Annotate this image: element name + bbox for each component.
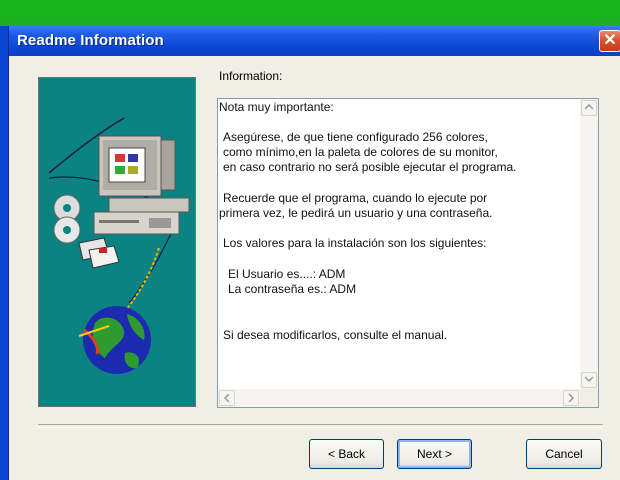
readme-line: primera vez, le pedirá un usuario y una … <box>219 206 493 220</box>
readme-dialog: Readme Information ✕ Information: Nota m… <box>8 26 620 480</box>
scroll-left-button[interactable] <box>219 390 235 406</box>
computer-globe-illustration <box>48 117 190 374</box>
close-button[interactable]: ✕ <box>599 30 620 52</box>
information-label: Information: <box>219 69 283 83</box>
readme-textbox[interactable]: Nota muy importante: Asegúrese, de que t… <box>217 98 599 408</box>
desktop-background <box>0 0 620 18</box>
chevron-up-icon <box>585 104 593 110</box>
cancel-button[interactable]: Cancel <box>526 439 602 469</box>
horizontal-scrollbar[interactable] <box>218 389 580 407</box>
chevron-down-icon <box>585 376 593 382</box>
back-button[interactable]: < Back <box>309 439 384 469</box>
chevron-left-icon <box>223 394 230 402</box>
scroll-right-button[interactable] <box>563 390 579 406</box>
readme-line: Si desea modificarlos, consulte el manua… <box>223 328 448 342</box>
readme-text[interactable]: Nota muy importante: Asegúrese, de que t… <box>218 99 580 389</box>
scroll-down-button[interactable] <box>581 372 597 388</box>
setup-illustration <box>38 77 196 407</box>
readme-line: Los valores para la instalación son los … <box>223 236 487 250</box>
readme-line: Asegúrese, de que tiene configurado 256 … <box>223 130 488 144</box>
readme-line: El Usuario es....: ADM <box>228 267 346 281</box>
chevron-right-icon <box>568 394 575 402</box>
readme-line: La contraseña es.: ADM <box>228 282 357 296</box>
window-frame <box>0 26 8 480</box>
scroll-up-button[interactable] <box>581 100 597 116</box>
readme-line: como mínimo,en la paleta de colores de s… <box>223 145 498 159</box>
title-bar[interactable]: Readme Information ✕ <box>9 26 620 56</box>
vertical-scrollbar[interactable] <box>580 99 598 389</box>
divider <box>38 424 603 428</box>
next-button[interactable]: Next > <box>397 439 472 469</box>
close-icon: ✕ <box>603 32 617 49</box>
scrollbar-corner <box>580 389 598 407</box>
readme-line: Recuerde que el programa, cuando lo ejec… <box>223 191 488 205</box>
readme-line: Nota muy importante: <box>219 100 334 114</box>
readme-line: en caso contrario no será posible ejecut… <box>223 160 517 174</box>
window-title: Readme Information <box>17 32 164 49</box>
